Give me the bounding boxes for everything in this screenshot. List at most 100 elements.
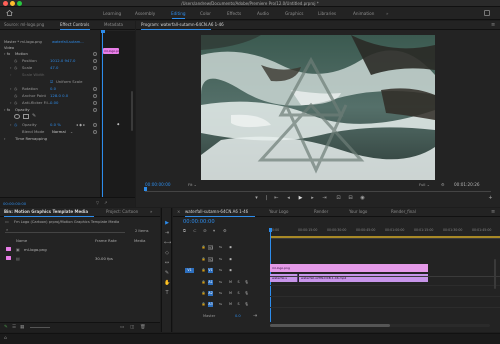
column-media[interactable]: Media [134, 236, 145, 245]
track-target-v2[interactable]: V2 [208, 257, 213, 262]
workspace-animation[interactable]: Animation [353, 11, 374, 16]
voiceover-icon[interactable]: 🎙 [244, 302, 249, 307]
tab-sequence-render[interactable]: Render [314, 208, 328, 216]
program-timecode[interactable]: 00:00:00:00 [145, 182, 171, 187]
sync-lock-icon[interactable]: ⇆ [218, 291, 223, 296]
go-to-out-icon[interactable]: ⇥ [322, 196, 327, 201]
reset-icon[interactable] [93, 123, 97, 127]
reset-icon[interactable] [93, 66, 97, 70]
type-icon[interactable]: T [164, 290, 170, 296]
mark-in-icon[interactable]: ▾ [254, 196, 259, 201]
slip-icon[interactable]: ↔ [164, 260, 170, 266]
lift-icon[interactable]: ⊡ [336, 196, 341, 201]
ec-row-opacity[interactable]: › ◷ Opacity 0.0 % ◂ ◆ ▸ [0, 122, 100, 128]
ec-row-anti-flicker[interactable]: › ◷ Anti-flicker Fil... 0.00 [0, 100, 100, 106]
go-to-in-icon[interactable]: ⇤ [274, 196, 279, 201]
ec-timecode[interactable]: 00:00:00:00 [3, 201, 26, 206]
work-area-bar[interactable] [270, 236, 500, 238]
add-marker-icon[interactable]: ▾ [213, 228, 215, 233]
ec-playhead[interactable] [102, 31, 103, 207]
voiceover-icon[interactable]: 🎙 [244, 291, 249, 296]
tab-bin[interactable]: Bin: Motion Graphics Template Media [4, 208, 88, 216]
reset-icon[interactable] [93, 59, 97, 63]
list-item[interactable]: ▤ 30.00 fps [0, 254, 160, 263]
workspace-effects[interactable]: Effects [227, 11, 241, 16]
label-swatch[interactable] [6, 256, 11, 260]
program-scrubber[interactable] [145, 189, 491, 192]
mute-icon[interactable]: M [228, 291, 233, 296]
workspace-audio[interactable]: Audio [257, 11, 269, 16]
track-target-a3[interactable]: A3 [208, 302, 213, 307]
reset-icon[interactable] [93, 94, 97, 98]
lock-icon[interactable]: 🔒 [201, 302, 206, 307]
workspace-more-icon[interactable]: » [386, 11, 389, 16]
selection-tool-icon[interactable]: ▶ [164, 220, 170, 226]
ec-clip-bar[interactable]: ml-logo.png [103, 48, 119, 54]
reset-icon[interactable] [93, 108, 97, 112]
solo-icon[interactable]: S [236, 291, 241, 296]
voiceover-icon[interactable]: 🎙 [244, 280, 249, 285]
lock-icon[interactable]: 🔒 [201, 268, 206, 273]
mark-out-icon[interactable]: ❘ [264, 196, 269, 201]
lock-icon[interactable]: 🔒 [201, 257, 206, 262]
mute-icon[interactable]: M [228, 280, 233, 285]
export-frame-icon[interactable]: ◉ [360, 196, 365, 201]
track-target-a2[interactable]: A2 [208, 291, 213, 296]
ec-row-blend-mode[interactable]: Blend Mode Normal ⌄ [0, 129, 100, 135]
new-item-icon[interactable]: ◫ [130, 325, 134, 330]
track-select-icon[interactable]: ⇥ [164, 230, 170, 236]
workspace-learning[interactable]: Learning [103, 11, 121, 16]
delete-icon[interactable]: 🗑 [140, 325, 146, 330]
close-tab-icon[interactable]: × [177, 208, 180, 216]
tab-sequence-your-logo-2[interactable]: Your logo [349, 208, 367, 216]
play-icon[interactable]: ▶ [298, 196, 303, 201]
reset-icon[interactable] [93, 87, 97, 91]
sync-lock-icon[interactable]: ⇆ [218, 302, 223, 307]
ec-clip-label[interactable]: waterfall-sutam... [52, 40, 84, 44]
hand-icon[interactable]: ✋ [164, 280, 170, 286]
reset-icon[interactable] [93, 101, 97, 105]
sync-lock-icon[interactable]: ⇆ [218, 280, 223, 285]
extract-icon[interactable]: ⊟ [348, 196, 353, 201]
ec-playhead-handle[interactable] [101, 30, 105, 33]
ec-row-position[interactable]: ◷ Position 1012.0 947.0 [0, 58, 100, 64]
workspace-editing[interactable]: Editing [171, 11, 186, 16]
write-protect-icon[interactable]: ✎ [4, 325, 8, 330]
tab-program[interactable]: Program: waterfall-sutamn-64CN.A6 1-46 [141, 21, 224, 29]
reset-icon[interactable] [93, 52, 97, 56]
column-name[interactable]: Name [16, 236, 27, 245]
ec-row-opacity-group[interactable]: › fx Opacity [0, 107, 100, 113]
eye-icon[interactable]: ◉ [228, 257, 233, 262]
settings-icon[interactable]: ⚙ [223, 228, 227, 233]
sync-lock-icon[interactable]: ⇆ [218, 245, 223, 250]
track-target-v3[interactable]: V3 [208, 245, 213, 250]
filter-icon[interactable]: ▽ [96, 200, 99, 205]
track-target-a1[interactable]: A1 [208, 280, 213, 285]
reset-icon[interactable] [93, 130, 97, 134]
workspace-graphics[interactable]: Graphics [285, 11, 304, 16]
step-back-icon[interactable]: ◂ [286, 196, 291, 201]
keyframe-icon[interactable]: ◆ [117, 122, 119, 126]
lock-icon[interactable]: 🔒 [201, 291, 206, 296]
nest-icon[interactable]: ⧉ [183, 228, 186, 233]
tab-effect-controls[interactable]: Effect Controls [60, 21, 89, 29]
linked-selection-icon[interactable]: ⊘ [203, 228, 207, 233]
timeline-timecode[interactable]: 00:00:00:00 [183, 219, 215, 225]
clip-v2-logo[interactable]: ml-logo.png [270, 264, 428, 272]
tab-sequence-your-logo[interactable]: Your Logo [269, 208, 288, 216]
list-view-icon[interactable]: ☰ [12, 325, 16, 330]
workspace-assembly[interactable]: Assembly [135, 11, 155, 16]
sync-lock-icon[interactable]: ⇆ [218, 257, 223, 262]
rectangle-mask-icon[interactable] [23, 114, 29, 119]
solo-icon[interactable]: S [236, 302, 241, 307]
panel-menu-icon[interactable]: ≡ [491, 21, 495, 29]
zoom-slider[interactable] [30, 327, 50, 328]
pen-mask-icon[interactable]: ✎ [32, 113, 36, 119]
panel-more-icon[interactable]: » [150, 208, 152, 216]
tab-source[interactable]: Source: ml-logo.png [4, 21, 44, 29]
ec-row-uniform-scale[interactable]: ☑ Uniform Scale [0, 79, 100, 85]
tab-project[interactable]: Project: Cartoon [106, 208, 138, 216]
home-icon[interactable] [6, 10, 13, 16]
eye-icon[interactable]: ◉ [228, 245, 233, 250]
sync-lock-icon[interactable]: ⇆ [218, 268, 223, 273]
